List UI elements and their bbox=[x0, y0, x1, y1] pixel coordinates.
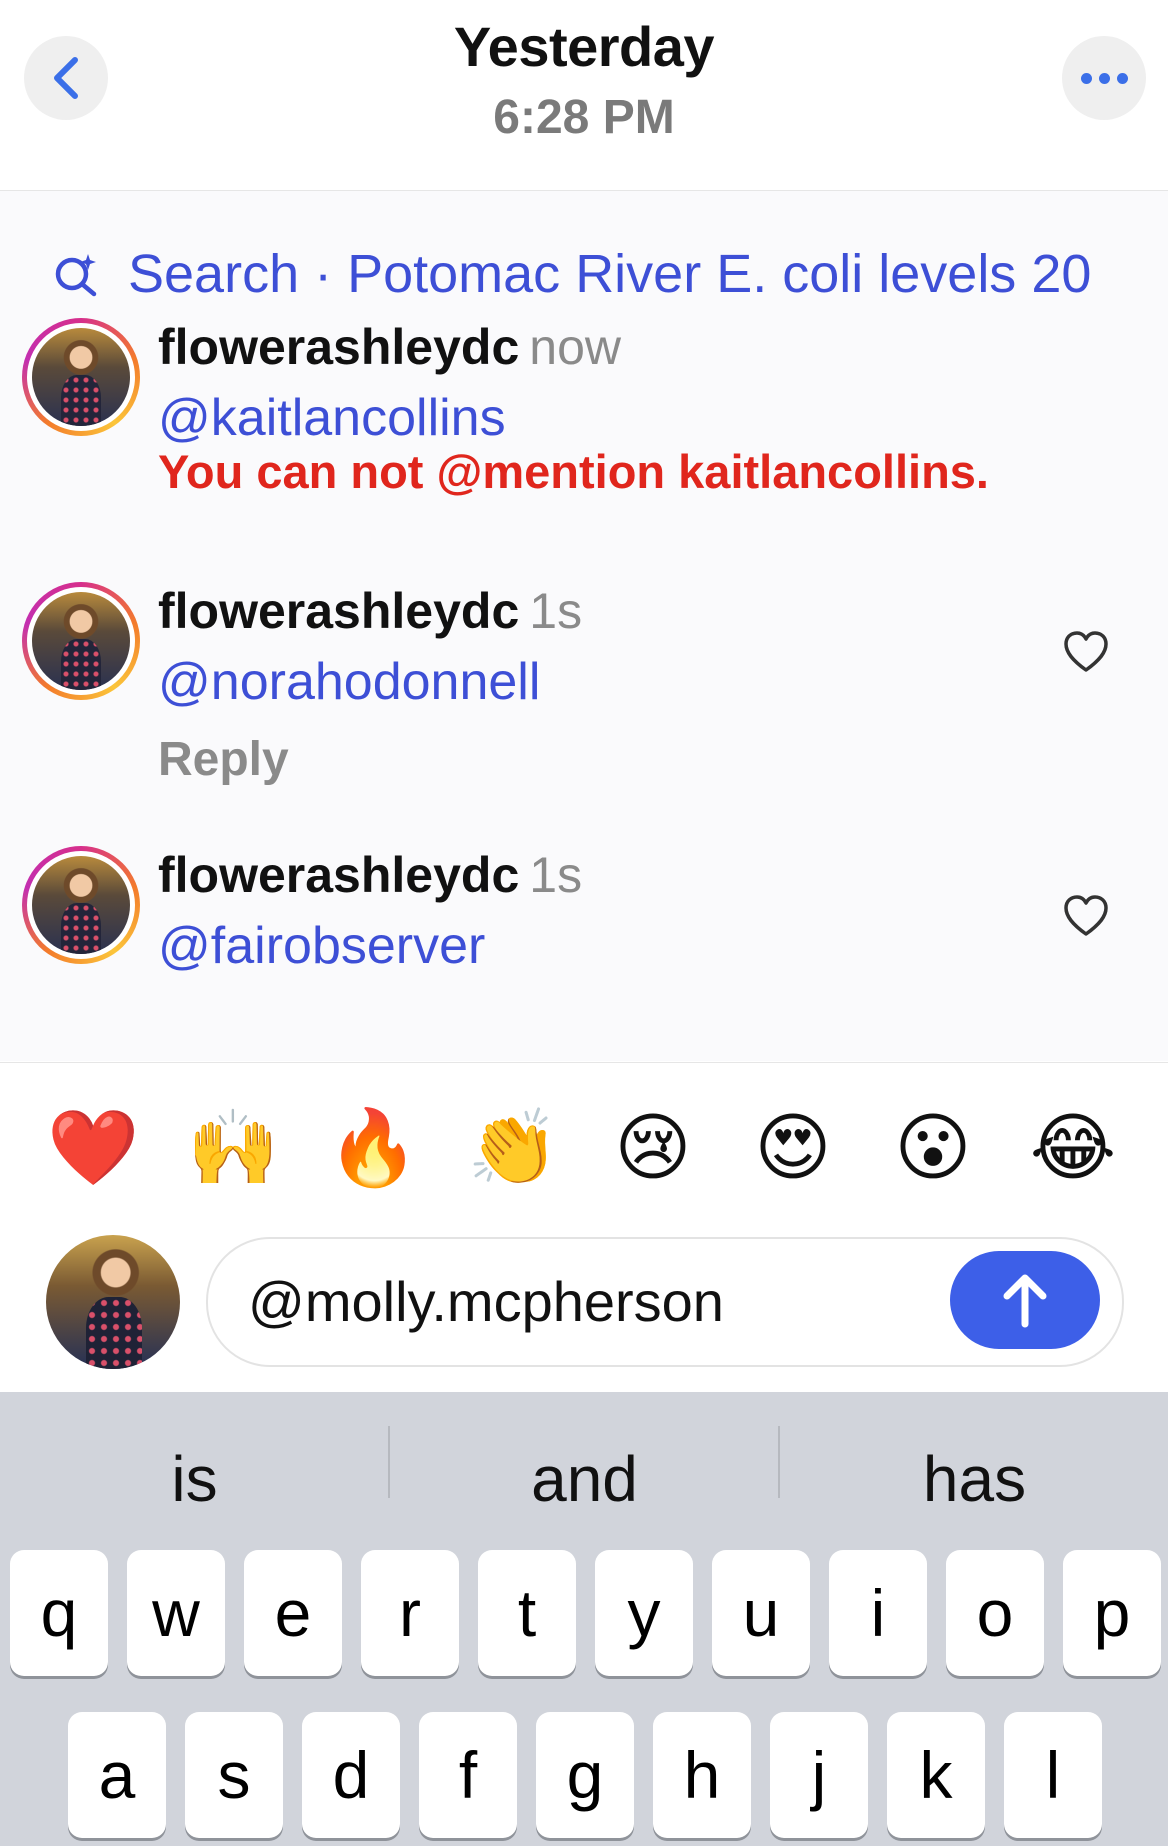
comment-username[interactable]: flowerashleydc 1s bbox=[158, 582, 582, 640]
key-h[interactable]: h bbox=[653, 1712, 751, 1838]
comment-input-value: @molly.mcpherson bbox=[248, 1270, 724, 1333]
reaction-raised-hands[interactable]: 🙌 bbox=[187, 1103, 279, 1193]
comments-list: Search · Potomac River E. coli levels 20… bbox=[0, 191, 1168, 1061]
reaction-clapping[interactable]: 👏 bbox=[467, 1103, 559, 1193]
key-d[interactable]: d bbox=[302, 1712, 400, 1838]
suggestion-3[interactable]: has bbox=[780, 1442, 1168, 1516]
key-o[interactable]: o bbox=[946, 1550, 1044, 1676]
keyboard: is and has q w e r t y u i o p a s d f g… bbox=[0, 1392, 1168, 1846]
more-options-button[interactable] bbox=[1062, 36, 1146, 120]
send-button[interactable] bbox=[950, 1251, 1100, 1349]
reaction-crying[interactable]: 😢 bbox=[608, 1103, 698, 1193]
quick-reactions-bar: ❤️ 🙌 🔥 👏 😢 😍 😮 😂 bbox=[0, 1062, 1168, 1233]
key-l[interactable]: l bbox=[1004, 1712, 1102, 1838]
search-suggestion-text: Search · Potomac River E. coli levels 20 bbox=[128, 244, 1092, 304]
key-k[interactable]: k bbox=[887, 1712, 985, 1838]
key-a[interactable]: a bbox=[68, 1712, 166, 1838]
key-s[interactable]: s bbox=[185, 1712, 283, 1838]
key-i[interactable]: i bbox=[829, 1550, 927, 1676]
comment-mention[interactable]: @fairobserver bbox=[158, 916, 485, 976]
mention-error-message: You can not @mention kaitlancollins. bbox=[158, 445, 989, 498]
reaction-heart-eyes[interactable]: 😍 bbox=[748, 1103, 838, 1193]
key-p[interactable]: p bbox=[1063, 1550, 1161, 1676]
heart-icon[interactable] bbox=[1062, 892, 1110, 940]
comment-item: flowerashleydc 1s @fairobserver bbox=[0, 844, 1168, 1061]
header-title: Yesterday bbox=[453, 15, 715, 78]
key-r[interactable]: r bbox=[361, 1550, 459, 1676]
suggestion-2[interactable]: and bbox=[390, 1442, 779, 1516]
key-f[interactable]: f bbox=[419, 1712, 517, 1838]
ellipsis-icon bbox=[1080, 72, 1128, 84]
comment-username[interactable]: flowerashleydc 1s bbox=[158, 846, 582, 904]
comment-timestamp: now bbox=[529, 319, 621, 375]
key-g[interactable]: g bbox=[536, 1712, 634, 1838]
avatar[interactable] bbox=[22, 846, 140, 964]
key-j[interactable]: j bbox=[770, 1712, 868, 1838]
current-user-avatar bbox=[46, 1235, 180, 1369]
heart-icon[interactable] bbox=[1062, 628, 1110, 676]
reaction-heart[interactable]: ❤️ bbox=[47, 1103, 139, 1193]
key-e[interactable]: e bbox=[244, 1550, 342, 1676]
avatar[interactable] bbox=[22, 582, 140, 700]
reaction-surprised[interactable]: 😮 bbox=[888, 1103, 978, 1193]
key-y[interactable]: y bbox=[595, 1550, 693, 1676]
search-sparkle-icon bbox=[55, 254, 97, 297]
key-t[interactable]: t bbox=[478, 1550, 576, 1676]
comment-username[interactable]: flowerashleydc now bbox=[158, 318, 621, 376]
header-time: 6:28 PM bbox=[493, 91, 675, 144]
key-w[interactable]: w bbox=[127, 1550, 225, 1676]
comment-mention[interactable]: @norahodonnell bbox=[158, 652, 540, 712]
key-u[interactable]: u bbox=[712, 1550, 810, 1676]
key-q[interactable]: q bbox=[10, 1550, 108, 1676]
comment-mention[interactable]: @kaitlancollins bbox=[158, 388, 506, 448]
comment-composer: @molly.mcpherson bbox=[0, 1232, 1168, 1392]
avatar[interactable] bbox=[22, 318, 140, 436]
reaction-laughing[interactable]: 😂 bbox=[1028, 1103, 1118, 1193]
thread-header: Yesterday 6:28 PM bbox=[0, 0, 1168, 191]
comment-timestamp: 1s bbox=[529, 847, 583, 903]
comment-input[interactable]: @molly.mcpherson bbox=[206, 1237, 1124, 1367]
comment-item: flowerashleydc now @kaitlancollins You ca… bbox=[0, 316, 1168, 531]
suggestion-1[interactable]: is bbox=[0, 1442, 389, 1516]
reaction-fire[interactable]: 🔥 bbox=[327, 1103, 419, 1193]
reply-button[interactable]: Reply bbox=[158, 732, 289, 787]
search-suggestion[interactable]: Search · Potomac River E. coli levels 20 bbox=[52, 243, 1091, 305]
comment-item: flowerashleydc 1s @norahodonnell Reply bbox=[0, 580, 1168, 790]
comment-timestamp: 1s bbox=[529, 583, 583, 639]
arrow-up-icon bbox=[1003, 1274, 1047, 1328]
